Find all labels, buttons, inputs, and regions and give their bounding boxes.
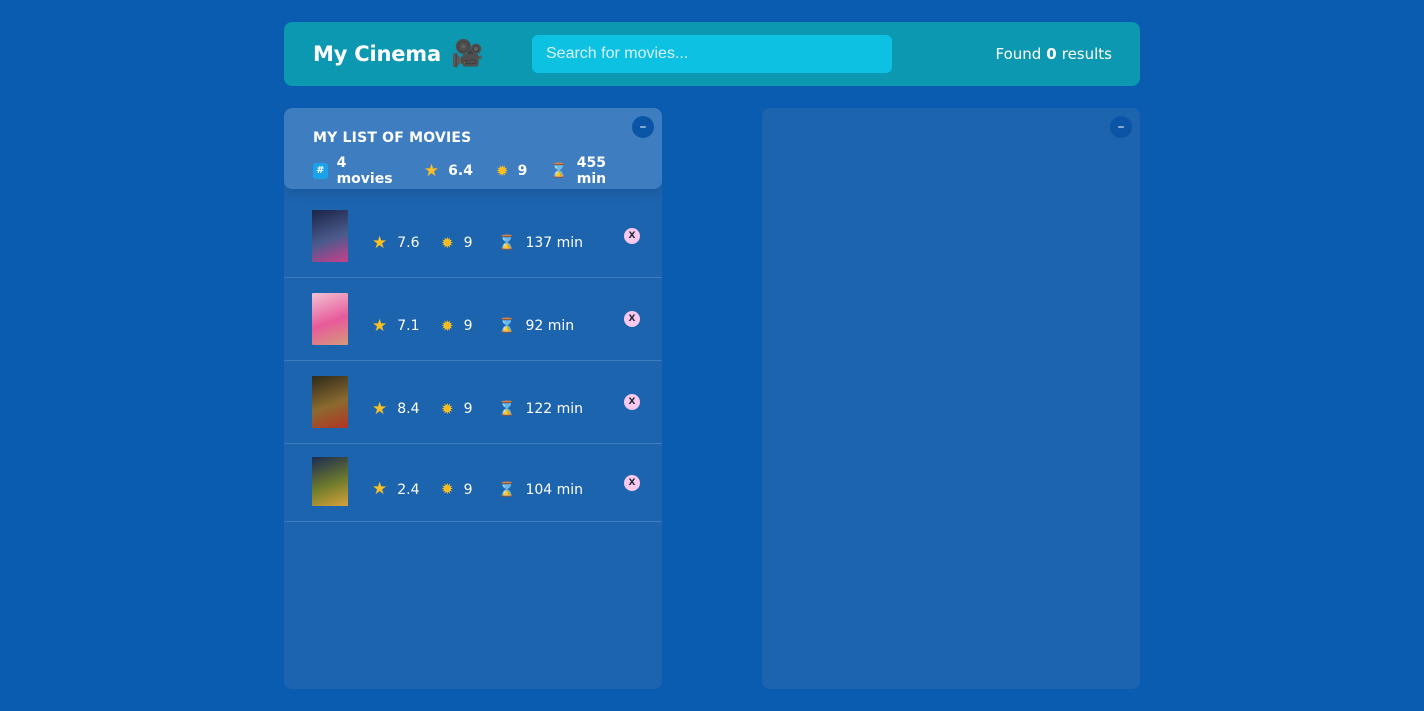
collapse-results-button[interactable]: – bbox=[1110, 116, 1132, 138]
movie-runtime-value: 104 min bbox=[525, 481, 584, 498]
summary-movie-count-value: 4 movies bbox=[336, 155, 393, 187]
movie-imdb-rating: ★ 7.1 bbox=[372, 315, 420, 336]
movie-user-rating: ✹ 9 bbox=[441, 318, 477, 334]
movie-runtime: ⌛ 92 min bbox=[498, 318, 574, 334]
movie-runtime-value: 137 min bbox=[525, 235, 584, 251]
movie-runtime-value: 92 min bbox=[525, 318, 575, 334]
movie-user-rating-value: 9 bbox=[463, 481, 473, 498]
remove-movie-button[interactable]: X bbox=[624, 394, 640, 410]
movie-user-rating-value: 9 bbox=[463, 235, 473, 251]
watched-summary-title: MY LIST OF MOVIES bbox=[313, 130, 472, 146]
movie-user-rating: ✹ 9 bbox=[441, 235, 477, 251]
app: My Cinema 🎥 Found 0 results – MY LIST OF… bbox=[0, 0, 1424, 711]
hourglass-icon: ⌛ bbox=[498, 401, 516, 417]
logo: My Cinema 🎥 bbox=[313, 22, 483, 86]
watched-movie-item[interactable]: ★ 8.4 ✹ 9 ⌛ 122 min X bbox=[284, 361, 662, 444]
watched-movie-list: ★ 7.6 ✹ 9 ⌛ 137 min X ★ 7.1 ✹ 9 ⌛ 92 min… bbox=[284, 195, 662, 522]
watched-movie-item[interactable]: ★ 7.6 ✹ 9 ⌛ 137 min X bbox=[284, 195, 662, 278]
movie-runtime: ⌛ 104 min bbox=[498, 482, 583, 498]
results-count-suffix: results bbox=[1061, 45, 1112, 63]
hourglass-icon: ⌛ bbox=[498, 481, 516, 498]
search-results-panel: – bbox=[762, 108, 1140, 689]
movie-stats: ★ 7.1 ✹ 9 ⌛ 92 min bbox=[372, 278, 595, 360]
top-navigation-bar: My Cinema 🎥 Found 0 results bbox=[284, 22, 1140, 86]
movie-poster bbox=[312, 293, 348, 345]
movie-user-rating-value: 9 bbox=[463, 401, 473, 417]
movie-poster bbox=[312, 457, 348, 506]
movie-user-rating: ✹ 9 bbox=[441, 401, 477, 417]
movie-camera-icon: 🎥 bbox=[450, 39, 484, 69]
sun-icon: ✹ bbox=[441, 399, 454, 418]
movie-imdb-rating: ★ 2.4 bbox=[372, 481, 420, 498]
hourglass-icon: ⌛ bbox=[498, 235, 516, 251]
remove-movie-button[interactable]: X bbox=[624, 228, 640, 244]
watched-summary-stats: # 4 movies ★ 6.4 ✹ 9 ⌛ 455 min bbox=[313, 155, 633, 187]
star-icon: ★ bbox=[372, 232, 388, 253]
movie-imdb-rating-value: 2.4 bbox=[397, 481, 420, 498]
movie-runtime: ⌛ 122 min bbox=[498, 401, 583, 417]
summary-imdb-rating: ★ 6.4 bbox=[423, 160, 473, 181]
movie-runtime-value: 122 min bbox=[525, 401, 584, 417]
watched-movie-item[interactable]: ★ 2.4 ✹ 9 ⌛ 104 min X bbox=[284, 444, 662, 522]
movie-poster bbox=[312, 210, 348, 262]
sun-icon: ✹ bbox=[495, 161, 509, 180]
summary-imdb-rating-value: 6.4 bbox=[448, 163, 473, 179]
collapse-watched-button[interactable]: – bbox=[632, 116, 654, 138]
results-count: Found 0 results bbox=[995, 22, 1112, 86]
movie-user-rating: ✹ 9 bbox=[441, 482, 477, 498]
movie-imdb-rating-value: 7.6 bbox=[397, 235, 420, 251]
star-icon: ★ bbox=[372, 398, 388, 419]
star-icon: ★ bbox=[423, 160, 440, 181]
sun-icon: ✹ bbox=[441, 233, 454, 252]
hash-icon: # bbox=[313, 163, 328, 179]
movie-user-rating-value: 9 bbox=[463, 318, 473, 334]
star-icon: ★ bbox=[372, 479, 388, 499]
summary-movie-count: # 4 movies bbox=[313, 155, 401, 187]
summary-user-rating-value: 9 bbox=[517, 163, 528, 179]
movie-runtime: ⌛ 137 min bbox=[498, 235, 583, 251]
watched-summary: – MY LIST OF MOVIES # 4 movies ★ 6.4 ✹ 9… bbox=[284, 108, 662, 189]
movie-stats: ★ 2.4 ✹ 9 ⌛ 104 min bbox=[372, 444, 604, 521]
summary-runtime: ⌛ 455 min bbox=[550, 155, 633, 187]
summary-runtime-value: 455 min bbox=[576, 155, 607, 187]
summary-user-rating: ✹ 9 bbox=[496, 163, 527, 179]
movie-imdb-rating-value: 7.1 bbox=[397, 318, 420, 334]
sun-icon: ✹ bbox=[441, 316, 454, 335]
movie-stats: ★ 7.6 ✹ 9 ⌛ 137 min bbox=[372, 195, 604, 277]
remove-movie-button[interactable]: X bbox=[624, 474, 640, 491]
search-input[interactable] bbox=[532, 35, 892, 73]
movie-stats: ★ 8.4 ✹ 9 ⌛ 122 min bbox=[372, 361, 604, 443]
results-count-number: 0 bbox=[1046, 45, 1057, 63]
movie-imdb-rating-value: 8.4 bbox=[397, 401, 420, 417]
remove-movie-button[interactable]: X bbox=[624, 311, 640, 327]
watched-movie-item[interactable]: ★ 7.1 ✹ 9 ⌛ 92 min X bbox=[284, 278, 662, 361]
movie-imdb-rating: ★ 7.6 bbox=[372, 232, 420, 253]
results-count-prefix: Found bbox=[995, 45, 1042, 63]
star-icon: ★ bbox=[372, 315, 388, 336]
movie-imdb-rating: ★ 8.4 bbox=[372, 398, 420, 419]
watched-movies-panel: – MY LIST OF MOVIES # 4 movies ★ 6.4 ✹ 9… bbox=[284, 108, 662, 689]
hourglass-icon: ⌛ bbox=[550, 163, 568, 179]
sun-icon: ✹ bbox=[441, 480, 454, 498]
movie-poster bbox=[312, 376, 348, 428]
app-title: My Cinema bbox=[313, 42, 441, 66]
hourglass-icon: ⌛ bbox=[498, 318, 516, 334]
